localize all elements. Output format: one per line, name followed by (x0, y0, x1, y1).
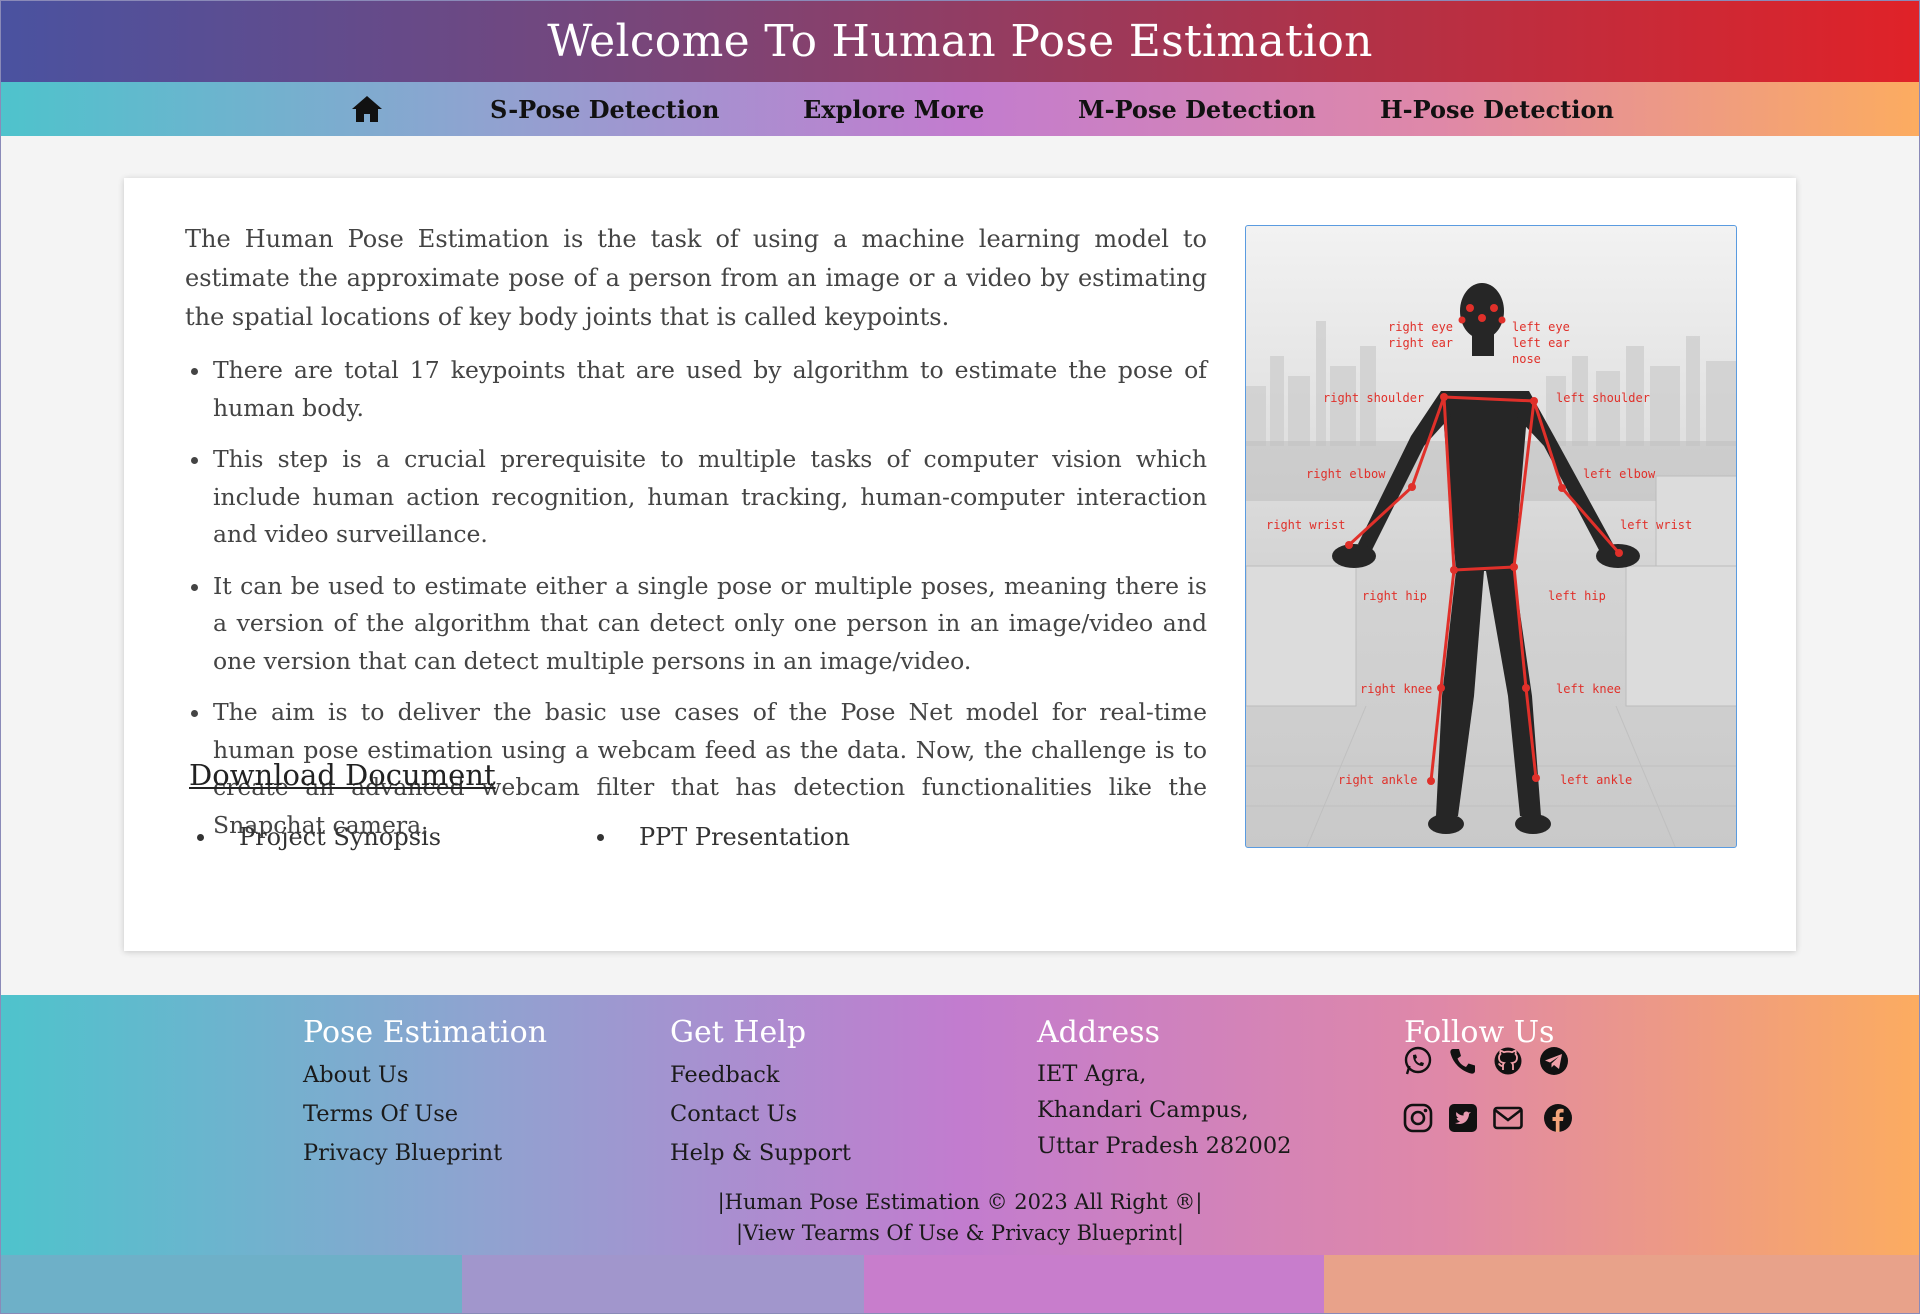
footer-heading: Get Help (670, 1015, 807, 1050)
about-us-link[interactable]: About Us (303, 1056, 547, 1095)
footer-heading: Pose Estimation (303, 1015, 548, 1050)
help-support-link[interactable]: Help & Support (670, 1134, 851, 1173)
nav-m-pose-detection[interactable]: M-Pose Detection (1078, 82, 1316, 136)
footer-heading: Address (1037, 1015, 1160, 1050)
list-item: This step is a crucial prerequisite to m… (185, 441, 1207, 554)
telegram-icon[interactable] (1538, 1045, 1570, 1077)
label-left-knee: left knee (1556, 682, 1621, 696)
label-left-ear: left ear (1512, 336, 1570, 350)
page-title: Welcome To Human Pose Estimation (547, 15, 1373, 67)
nav-h-pose-detection[interactable]: H-Pose Detection (1380, 82, 1614, 136)
contact-us-link[interactable]: Contact Us (670, 1095, 851, 1134)
label-right-ankle: right ankle (1338, 773, 1417, 787)
bullet-dot (597, 834, 604, 841)
copyright-text: |Human Pose Estimation © 2023 All Right … (717, 1190, 1203, 1214)
project-synopsis-link[interactable]: Project Synopsis (239, 823, 441, 851)
label-left-wrist: left wrist (1620, 518, 1692, 532)
download-document-link[interactable]: Download Document (189, 758, 496, 792)
footer-col-get-help: Get Help Feedback Contact Us Help & Supp… (670, 1015, 851, 1173)
nav-explore-more[interactable]: Explore More (803, 82, 984, 136)
label-right-knee: right knee (1360, 682, 1432, 696)
label-left-elbow: left elbow (1583, 467, 1656, 481)
list-item: There are total 17 keypoints that are us… (185, 352, 1207, 427)
label-left-hip: left hip (1548, 589, 1606, 603)
list-item: It can be used to estimate either a sing… (185, 568, 1207, 681)
address-line: IET Agra, (1037, 1061, 1147, 1087)
twitter-icon[interactable] (1447, 1102, 1479, 1134)
label-nose: nose (1512, 352, 1541, 366)
label-right-eye: right eye (1388, 320, 1453, 334)
address-line: Uttar Pradesh 282002 (1037, 1133, 1292, 1159)
terms-privacy-link[interactable]: |View Tearms Of Use & Privacy Blueprint| (0, 1221, 1920, 1245)
feedback-link[interactable]: Feedback (670, 1056, 851, 1095)
github-icon[interactable] (1492, 1045, 1524, 1077)
facebook-icon[interactable] (1542, 1102, 1574, 1134)
label-right-elbow: right elbow (1306, 467, 1386, 481)
nav-s-pose-detection[interactable]: S-Pose Detection (490, 82, 719, 136)
label-right-wrist: right wrist (1266, 518, 1345, 532)
instagram-icon[interactable] (1402, 1102, 1434, 1134)
mail-icon[interactable] (1492, 1102, 1524, 1134)
nav-bar: S-Pose Detection Explore More M-Pose Det… (0, 82, 1920, 136)
pose-figure: right eye right ear left eye left ear no… (1245, 225, 1737, 848)
intro-paragraph: The Human Pose Estimation is the task of… (185, 225, 1207, 331)
pose-illustration: right eye right ear left eye left ear no… (1246, 283, 1736, 847)
label-right-hip: right hip (1362, 589, 1427, 603)
label-left-ankle: left ankle (1560, 773, 1632, 787)
terms-of-use-link[interactable]: Terms Of Use (303, 1095, 547, 1134)
ppt-presentation-link[interactable]: PPT Presentation (639, 823, 850, 851)
label-left-eye: left eye (1512, 320, 1570, 334)
phone-icon[interactable] (1447, 1045, 1479, 1077)
title-bar: Welcome To Human Pose Estimation (0, 0, 1920, 82)
footer-col-pose-estimation: Pose Estimation About Us Terms Of Use Pr… (303, 1015, 547, 1173)
address-line: Khandari Campus, (1037, 1097, 1249, 1123)
content-card: The Human Pose Estimation is the task of… (124, 178, 1796, 951)
bullet-dot (197, 834, 204, 841)
bottom-strip (0, 1255, 1920, 1314)
footer-col-address: Address IET Agra, Khandari Campus, Uttar… (1037, 1015, 1291, 1164)
home-icon[interactable] (350, 94, 384, 124)
privacy-blueprint-link[interactable]: Privacy Blueprint (303, 1134, 547, 1173)
label-right-ear: right ear (1388, 336, 1453, 350)
whatsapp-icon[interactable] (1402, 1045, 1434, 1077)
footer: Pose Estimation About Us Terms Of Use Pr… (0, 995, 1920, 1255)
label-left-shoulder: left shoulder (1556, 391, 1650, 405)
label-right-shoulder: right shoulder (1323, 391, 1424, 405)
